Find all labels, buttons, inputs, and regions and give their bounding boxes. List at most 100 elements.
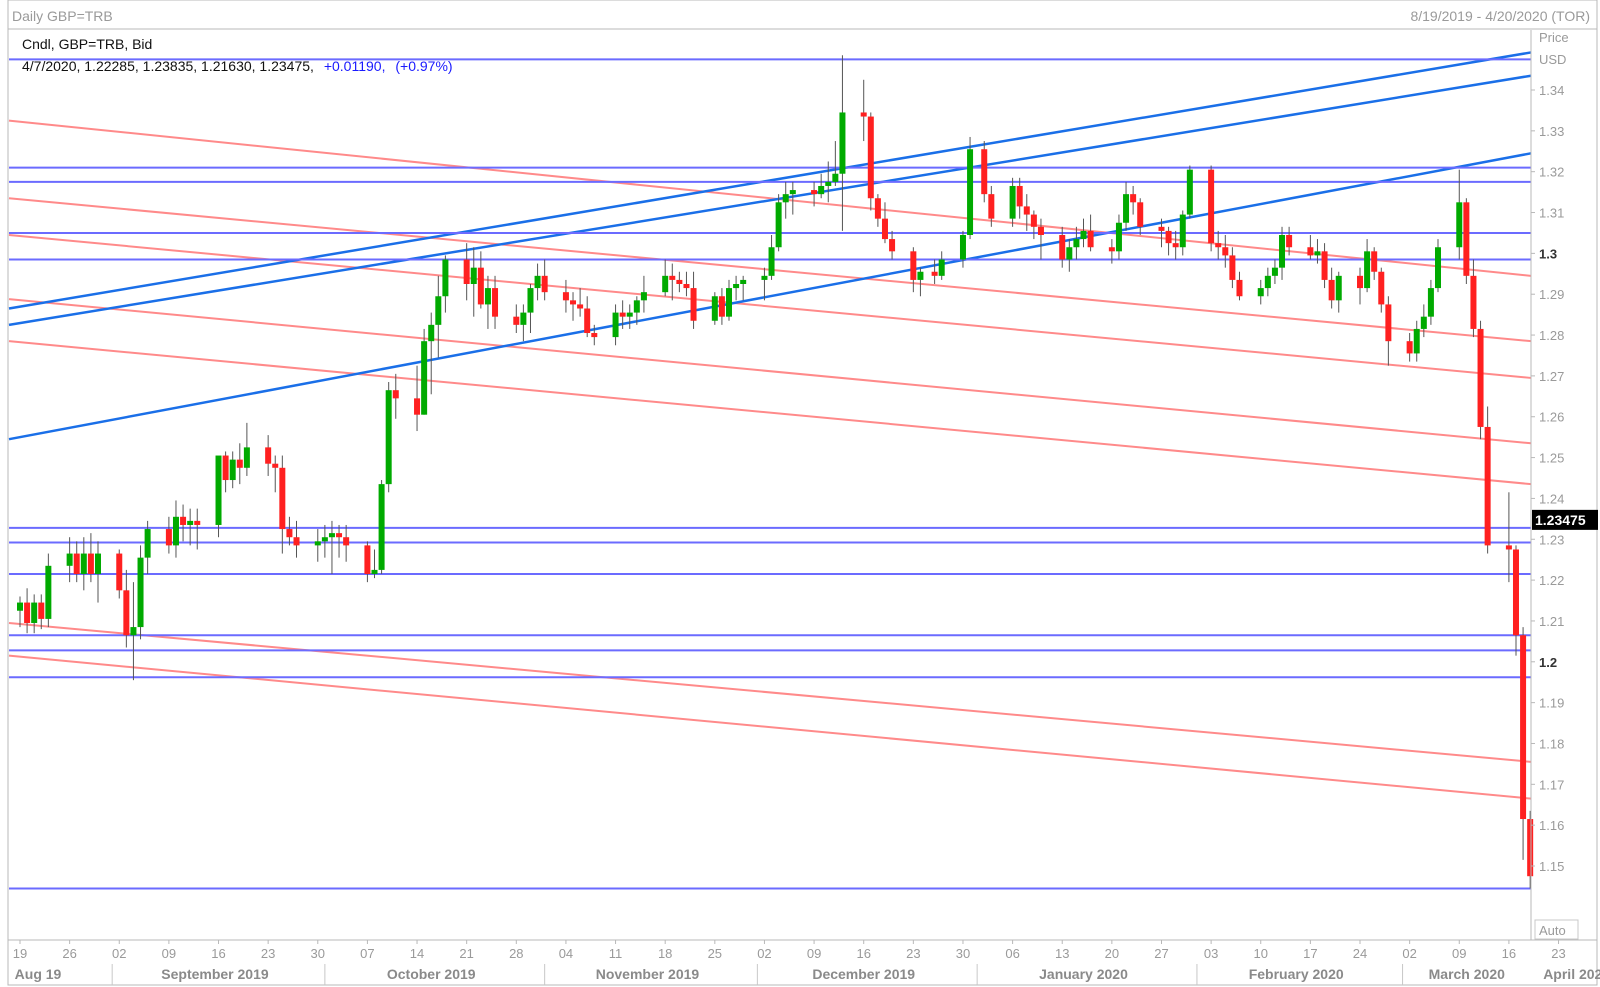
auto-scale-label: Auto xyxy=(1539,923,1566,938)
candle-body xyxy=(1371,251,1378,272)
day-tick-label: 19 xyxy=(13,946,27,961)
day-tick-label: 06 xyxy=(1005,946,1019,961)
candle-body xyxy=(1158,226,1165,231)
candle-body xyxy=(1328,279,1335,301)
price-tick-label: 1.15 xyxy=(1539,859,1564,874)
candle-body xyxy=(31,602,38,623)
chart-title: Daily GBP=TRB xyxy=(12,8,113,24)
candle-body xyxy=(484,288,491,305)
candle-body xyxy=(385,390,392,485)
candle-body xyxy=(470,267,477,284)
candle-body xyxy=(286,529,293,538)
month-label: October 2019 xyxy=(387,966,476,982)
candle-body xyxy=(165,529,172,546)
candle-body xyxy=(80,553,87,574)
candle-body xyxy=(1137,202,1144,227)
day-tick-label: 20 xyxy=(1105,946,1119,961)
candle-body xyxy=(1186,169,1193,215)
price-tick-label: 1.24 xyxy=(1539,491,1564,506)
candle-body xyxy=(1229,255,1236,280)
candle-body xyxy=(123,590,130,636)
candle-body xyxy=(421,341,428,415)
date-range: 8/19/2019 - 4/20/2020 (TOR) xyxy=(1410,8,1590,24)
candle-body xyxy=(676,279,683,284)
candle-body xyxy=(690,288,697,321)
candle-body xyxy=(1279,234,1286,268)
candle-body xyxy=(860,112,867,117)
day-tick-label: 02 xyxy=(112,946,126,961)
candle-body xyxy=(236,459,243,468)
candle-body xyxy=(570,300,577,305)
candle-body xyxy=(1222,247,1229,256)
price-tick-label: 1.34 xyxy=(1539,83,1564,98)
day-tick-label: 30 xyxy=(311,946,325,961)
candle-body xyxy=(1030,214,1037,227)
day-tick-label: 04 xyxy=(559,946,573,961)
percent-change: (+0.97%) xyxy=(395,58,452,74)
candle-body xyxy=(1385,304,1392,342)
candle-body xyxy=(1512,549,1519,636)
candle-body xyxy=(782,194,789,203)
candle-body xyxy=(1307,247,1314,256)
candle-body xyxy=(1208,169,1215,244)
candle-body xyxy=(1115,222,1122,252)
candle-body xyxy=(364,545,371,574)
candle-body xyxy=(1130,194,1137,203)
candle-body xyxy=(669,275,676,280)
candle-body xyxy=(215,455,222,525)
candle-body xyxy=(1080,230,1087,240)
candle-body xyxy=(889,239,896,252)
day-tick-label: 14 xyxy=(410,946,424,961)
candle-body xyxy=(378,484,385,570)
candle-body xyxy=(428,324,435,342)
candle-body xyxy=(534,275,541,289)
candle-body xyxy=(1215,243,1222,248)
candle-body xyxy=(137,557,144,628)
day-tick-label: 09 xyxy=(162,946,176,961)
candle-body xyxy=(881,218,888,240)
candle-body xyxy=(967,149,974,235)
candle-body xyxy=(442,259,449,297)
price-tick-label: 1.26 xyxy=(1539,410,1564,425)
candle-body xyxy=(336,533,343,538)
price-tick-label: 1.25 xyxy=(1539,451,1564,466)
candle-body xyxy=(910,251,917,280)
candle-body xyxy=(435,296,442,325)
candle-body xyxy=(761,275,768,280)
candle-body xyxy=(931,271,938,276)
price-tick-label: 1.33 xyxy=(1539,124,1564,139)
candle-body xyxy=(1236,279,1243,297)
plot-background xyxy=(9,30,1531,940)
candle-body xyxy=(1023,206,1030,215)
header-bar xyxy=(9,1,1596,29)
candle-body xyxy=(683,284,690,289)
candle-body xyxy=(130,627,137,636)
candle-body xyxy=(1059,234,1066,260)
price-tick-label: 1.27 xyxy=(1539,369,1564,384)
day-tick-label: 18 xyxy=(658,946,672,961)
price-tick-label: 1.31 xyxy=(1539,206,1564,221)
candle-body xyxy=(1314,251,1321,256)
candle-body xyxy=(1271,267,1278,276)
candle-body xyxy=(328,533,335,538)
candle-body xyxy=(1123,194,1130,223)
candle-body xyxy=(1009,185,1016,219)
candle-body xyxy=(662,275,669,293)
candle-body xyxy=(1264,275,1271,289)
month-label: December 2019 xyxy=(812,966,915,982)
candle-body xyxy=(541,275,548,293)
candle-body xyxy=(1435,247,1441,289)
month-label: January 2020 xyxy=(1039,966,1128,982)
chart-canvas: Daily GBP=TRB 8/19/2019 - 4/20/2020 (TOR… xyxy=(7,0,1600,986)
candle-body xyxy=(1463,202,1470,276)
candle-body xyxy=(577,304,584,309)
candle-body xyxy=(17,602,23,611)
candle-body xyxy=(1484,426,1491,546)
candle-body xyxy=(463,259,470,284)
price-tick-label: 1.28 xyxy=(1539,328,1564,343)
price-tick-label: 1.3 xyxy=(1539,246,1557,261)
ohlc-values: 4/7/2020, 1.22285, 1.23835, 1.21630, 1.2… xyxy=(22,58,314,74)
candle-body xyxy=(187,520,194,525)
candle-body xyxy=(343,537,350,546)
candle-body xyxy=(243,447,250,468)
